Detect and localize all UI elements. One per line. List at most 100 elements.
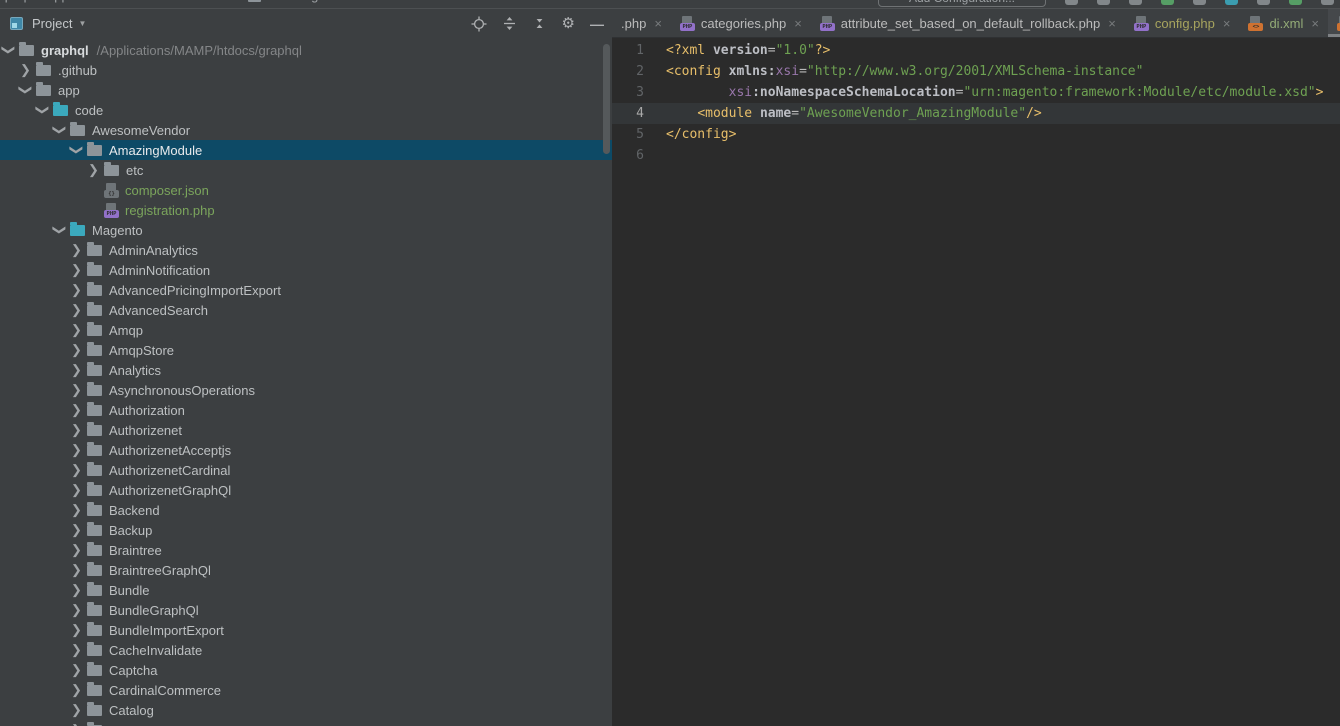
tree-row[interactable]: ❯Authorization <box>0 400 612 420</box>
tree-row[interactable]: ❯AsynchronousOperations <box>0 380 612 400</box>
top-toolbar-icon[interactable] <box>1289 0 1302 5</box>
top-toolbar-icon[interactable] <box>1097 0 1110 5</box>
tree-row[interactable]: ❯Authorizenet <box>0 420 612 440</box>
breadcrumb-item[interactable]: code <box>86 0 114 3</box>
tree-row[interactable]: ❯{}composer.json <box>0 180 612 200</box>
chevron-right-icon[interactable]: ❯ <box>70 382 83 398</box>
chevron-right-icon[interactable]: ❯ <box>70 542 83 558</box>
chevron-right-icon[interactable]: ❯ <box>70 242 83 258</box>
top-toolbar-icon[interactable] <box>1321 0 1334 5</box>
editor-tab[interactable]: PHPattribute_set_based_on_default_rollba… <box>811 9 1125 37</box>
tree-row[interactable]: ❯ <box>0 720 612 726</box>
editor-tab[interactable]: PHPcategories.php× <box>671 9 811 37</box>
close-icon[interactable]: × <box>794 16 802 31</box>
chevron-right-icon[interactable]: ❯ <box>70 462 83 478</box>
breadcrumb-item[interactable]: app <box>47 0 69 3</box>
chevron-right-icon[interactable]: ❯ <box>70 662 83 678</box>
chevron-down-icon[interactable]: ❯ <box>69 144 85 157</box>
close-icon[interactable]: × <box>1223 16 1231 31</box>
collapse-all-icon[interactable] <box>532 16 547 31</box>
chevron-right-icon[interactable]: ❯ <box>70 402 83 418</box>
top-toolbar-icon[interactable] <box>1225 0 1238 5</box>
close-icon[interactable]: × <box>654 16 662 31</box>
tree-row[interactable]: ❯BraintreeGraphQl <box>0 560 612 580</box>
chevron-right-icon[interactable]: ❯ <box>70 302 83 318</box>
top-toolbar-icon[interactable] <box>1065 0 1078 5</box>
tree-row[interactable]: ❯CardinalCommerce <box>0 680 612 700</box>
chevron-right-icon[interactable]: ❯ <box>70 722 83 726</box>
chevron-right-icon[interactable]: ❯ <box>70 622 83 638</box>
chevron-down-icon[interactable]: ❯ <box>1 44 17 57</box>
chevron-right-icon[interactable]: ❯ <box>70 502 83 518</box>
tree-row[interactable]: ❯BundleGraphQl <box>0 600 612 620</box>
settings-gear-icon[interactable]: ⚙ <box>562 16 575 31</box>
breadcrumb-item[interactable]: AwesomeVendor <box>132 0 230 3</box>
tree-row[interactable]: ❯Catalog <box>0 700 612 720</box>
close-icon[interactable]: × <box>1311 16 1319 31</box>
close-icon[interactable]: × <box>1108 16 1116 31</box>
chevron-right-icon[interactable]: ❯ <box>70 262 83 278</box>
chevron-down-icon[interactable]: ❯ <box>52 224 68 237</box>
tree-row[interactable]: ❯CacheInvalidate <box>0 640 612 660</box>
chevron-down-icon[interactable]: ❯ <box>18 84 34 97</box>
breadcrumb-item[interactable]: graphql <box>0 0 29 3</box>
chevron-right-icon[interactable]: ❯ <box>70 282 83 298</box>
chevron-right-icon[interactable]: ❯ <box>70 702 83 718</box>
chevron-right-icon[interactable]: ❯ <box>87 162 100 178</box>
tree-row[interactable]: ❯AdminNotification <box>0 260 612 280</box>
project-tree[interactable]: ❯graphql/Applications/MAMP/htdocs/graphq… <box>0 38 612 726</box>
tree-row[interactable]: ❯BundleImportExport <box>0 620 612 640</box>
chevron-down-icon[interactable]: ▼ <box>78 19 86 28</box>
chevron-right-icon[interactable]: ❯ <box>70 562 83 578</box>
chevron-down-icon[interactable]: ❯ <box>52 124 68 137</box>
editor-tab[interactable]: PHPconfig.php× <box>1125 9 1240 37</box>
tree-scrollbar[interactable] <box>603 44 610 154</box>
top-toolbar-icon[interactable] <box>1193 0 1206 5</box>
tree-row[interactable]: ❯Amqp <box>0 320 612 340</box>
chevron-right-icon[interactable]: ❯ <box>70 442 83 458</box>
expand-all-icon[interactable] <box>502 16 517 31</box>
tree-row[interactable]: ❯Analytics <box>0 360 612 380</box>
chevron-right-icon[interactable]: ❯ <box>70 362 83 378</box>
tree-row[interactable]: ❯Magento <box>0 220 612 240</box>
tree-row[interactable]: ❯AdvancedPricingImportExport <box>0 280 612 300</box>
top-toolbar-icon[interactable] <box>1161 0 1174 5</box>
breadcrumb-item[interactable]: AmazingModule <box>268 0 361 3</box>
hide-panel-icon[interactable]: — <box>590 17 604 31</box>
tree-row[interactable]: ❯AdminAnalytics <box>0 240 612 260</box>
chevron-right-icon[interactable]: ❯ <box>70 322 83 338</box>
tree-row[interactable]: ❯AwesomeVendor <box>0 120 612 140</box>
chevron-right-icon[interactable]: ❯ <box>70 342 83 358</box>
tree-row[interactable]: ❯Bundle <box>0 580 612 600</box>
tree-row[interactable]: ❯AmazingModule <box>0 140 612 160</box>
chevron-right-icon[interactable]: ❯ <box>70 642 83 658</box>
chevron-right-icon[interactable]: ❯ <box>70 482 83 498</box>
chevron-right-icon[interactable]: ❯ <box>70 522 83 538</box>
tree-row[interactable]: ❯PHPregistration.php <box>0 200 612 220</box>
chevron-right-icon[interactable]: ❯ <box>19 62 32 78</box>
tree-row[interactable]: ❯Backup <box>0 520 612 540</box>
tree-row[interactable]: ❯graphql/Applications/MAMP/htdocs/graphq… <box>0 40 612 60</box>
tree-row[interactable]: ❯.github <box>0 60 612 80</box>
editor-tab[interactable]: <>di.xml× <box>1239 9 1328 37</box>
chevron-right-icon[interactable]: ❯ <box>70 602 83 618</box>
chevron-right-icon[interactable]: ❯ <box>70 682 83 698</box>
editor-tab[interactable]: <>module.xml <box>1328 9 1340 37</box>
editor-tab[interactable]: .php× <box>612 9 671 37</box>
breadcrumb[interactable]: graphql/app/code/AwesomeVendor/AmazingMo… <box>0 0 361 3</box>
tree-row[interactable]: ❯Backend <box>0 500 612 520</box>
locate-icon[interactable] <box>471 16 487 32</box>
top-toolbar-icon[interactable] <box>1257 0 1270 5</box>
run-configuration-button[interactable]: Add Configuration... <box>878 0 1046 7</box>
tree-row[interactable]: ❯Braintree <box>0 540 612 560</box>
tree-row[interactable]: ❯etc <box>0 160 612 180</box>
chevron-down-icon[interactable]: ❯ <box>35 104 51 117</box>
tree-row[interactable]: ❯AuthorizenetAcceptjs <box>0 440 612 460</box>
chevron-right-icon[interactable]: ❯ <box>70 582 83 598</box>
tree-row[interactable]: ❯code <box>0 100 612 120</box>
tree-row[interactable]: ❯AmqpStore <box>0 340 612 360</box>
tree-row[interactable]: ❯AuthorizenetCardinal <box>0 460 612 480</box>
tree-row[interactable]: ❯Captcha <box>0 660 612 680</box>
top-toolbar-icon[interactable] <box>1129 0 1142 5</box>
tree-row[interactable]: ❯app <box>0 80 612 100</box>
